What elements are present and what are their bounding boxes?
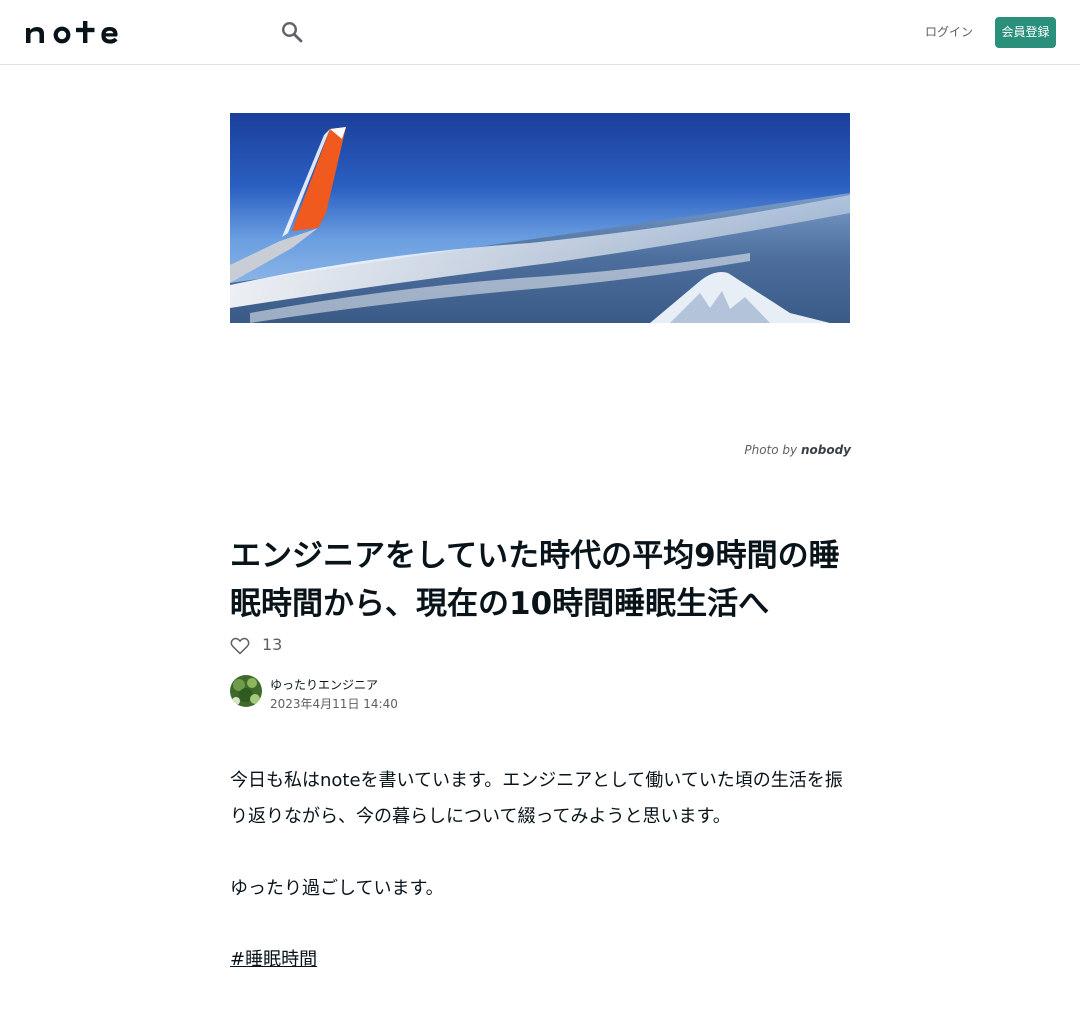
login-link[interactable]: ログイン [922,18,976,46]
body-paragraph: ゆったり過ごしています。 [230,878,444,899]
header-image [230,113,850,323]
author-name[interactable]: ゆったりエンジニア [270,676,378,693]
photo-credit: Photo by nobody [640,443,851,457]
site-header: ログイン 会員登録 [0,0,1080,65]
photo-credit-prefix: Photo by [744,443,798,457]
like-count: 13 [262,635,283,654]
post-date: 2023年4月11日 14:40 [270,697,398,711]
heart-icon[interactable] [230,637,250,655]
article-title: エンジニアをしていた時代の平均9時間の睡眠時間から、現在の10時間睡眠生活へ [230,538,840,622]
note-logo[interactable] [24,19,124,45]
body-paragraph: 今日も私はnoteを書いています。エンジニアとして働いていた頃の生活を振り返りな… [230,770,843,827]
airplane-window-photo [230,113,850,323]
search-icon[interactable] [281,21,303,43]
avatar[interactable] [230,675,262,707]
photo-credit-name[interactable]: nobody [801,443,851,457]
signup-button[interactable]: 会員登録 [995,17,1056,48]
hashtag-link[interactable]: #睡眠時間 [230,942,317,978]
